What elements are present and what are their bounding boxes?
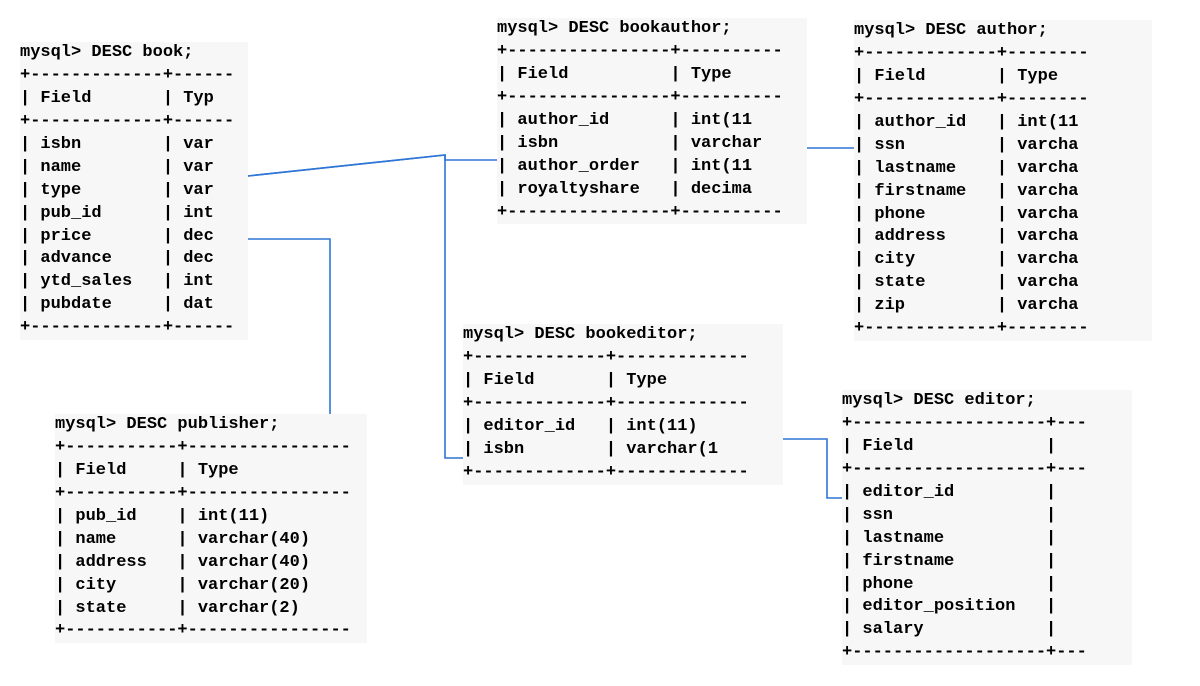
table-row: | state | varchar(2) [55, 598, 367, 621]
header-row: | Field | Type [55, 460, 367, 483]
separator: +-------------------+--- [842, 642, 1132, 665]
table-row: | lastname | [842, 528, 1132, 551]
table-row: | address | varcha [854, 226, 1152, 249]
table-row: | city | varchar(20) [55, 575, 367, 598]
header-row: | Field | [842, 436, 1132, 459]
table-row: | firstname | varcha [854, 181, 1152, 204]
separator: +----------------+---------- [497, 41, 807, 64]
table-author: mysql> DESC author;+-------------+------… [854, 20, 1152, 341]
mysql-command: mysql> DESC publisher; [55, 414, 367, 437]
separator: +-------------+------ [20, 111, 248, 134]
header-row: | Field | Type [497, 64, 807, 87]
table-row: | editor_id | int(11) [463, 416, 783, 439]
table-row: | firstname | [842, 551, 1132, 574]
table-row: | lastname | varcha [854, 158, 1152, 181]
table-bookeditor: mysql> DESC bookeditor;+-------------+--… [463, 324, 783, 485]
table-row: | price | dec [20, 226, 248, 249]
separator: +-------------+-------- [854, 89, 1152, 112]
table-bookauthor: mysql> DESC bookauthor;+----------------… [497, 18, 807, 224]
relationship-line [248, 155, 497, 176]
separator: +-------------+------ [20, 65, 248, 88]
er-diagram: mysql> DESC book;+-------------+------| … [0, 0, 1200, 686]
table-row: | phone | varcha [854, 204, 1152, 227]
separator: +----------------+---------- [497, 87, 807, 110]
relationship-line [248, 155, 463, 458]
mysql-command: mysql> DESC editor; [842, 390, 1132, 413]
table-row: | pubdate | dat [20, 294, 248, 317]
table-row: | isbn | varchar(1 [463, 439, 783, 462]
separator: +-----------+---------------- [55, 437, 367, 460]
table-row: | ssn | varcha [854, 135, 1152, 158]
separator: +----------------+---------- [497, 202, 807, 225]
table-row: | zip | varcha [854, 295, 1152, 318]
separator: +-------------------+--- [842, 459, 1132, 482]
table-row: | author_id | int(11 [497, 110, 807, 133]
table-row: | salary | [842, 619, 1132, 642]
header-row: | Field | Type [854, 66, 1152, 89]
table-row: | editor_id | [842, 482, 1132, 505]
mysql-command: mysql> DESC bookauthor; [497, 18, 807, 41]
header-row: | Field | Typ [20, 88, 248, 111]
table-row: | ytd_sales | int [20, 271, 248, 294]
separator: +-------------+------------- [463, 462, 783, 485]
table-row: | author_order | int(11 [497, 156, 807, 179]
table-row: | advance | dec [20, 248, 248, 271]
separator: +-----------+---------------- [55, 620, 367, 643]
table-row: | name | var [20, 157, 248, 180]
mysql-command: mysql> DESC author; [854, 20, 1152, 43]
table-editor: mysql> DESC editor;+-------------------+… [842, 390, 1132, 665]
table-row: | type | var [20, 180, 248, 203]
header-row: | Field | Type [463, 370, 783, 393]
table-row: | royaltyshare | decima [497, 179, 807, 202]
relationship-line [783, 439, 850, 498]
mysql-command: mysql> DESC book; [20, 42, 248, 65]
table-row: | state | varcha [854, 272, 1152, 295]
table-row: | name | varchar(40) [55, 529, 367, 552]
table-row: | city | varcha [854, 249, 1152, 272]
mysql-command: mysql> DESC bookeditor; [463, 324, 783, 347]
table-row: | address | varchar(40) [55, 552, 367, 575]
separator: +-----------+---------------- [55, 483, 367, 506]
table-row: | ssn | [842, 505, 1132, 528]
table-row: | editor_position | [842, 596, 1132, 619]
separator: +-------------+-------- [854, 318, 1152, 341]
separator: +-------------------+--- [842, 413, 1132, 436]
separator: +-------------+-------- [854, 43, 1152, 66]
table-row: | isbn | var [20, 134, 248, 157]
table-row: | author_id | int(11 [854, 112, 1152, 135]
table-row: | phone | [842, 574, 1132, 597]
table-publisher: mysql> DESC publisher;+-----------+-----… [55, 414, 367, 643]
separator: +-------------+------ [20, 317, 248, 340]
separator: +-------------+------------- [463, 393, 783, 416]
table-book: mysql> DESC book;+-------------+------| … [20, 42, 248, 340]
table-row: | isbn | varchar [497, 133, 807, 156]
table-row: | pub_id | int(11) [55, 506, 367, 529]
separator: +-------------+------------- [463, 347, 783, 370]
table-row: | pub_id | int [20, 203, 248, 226]
